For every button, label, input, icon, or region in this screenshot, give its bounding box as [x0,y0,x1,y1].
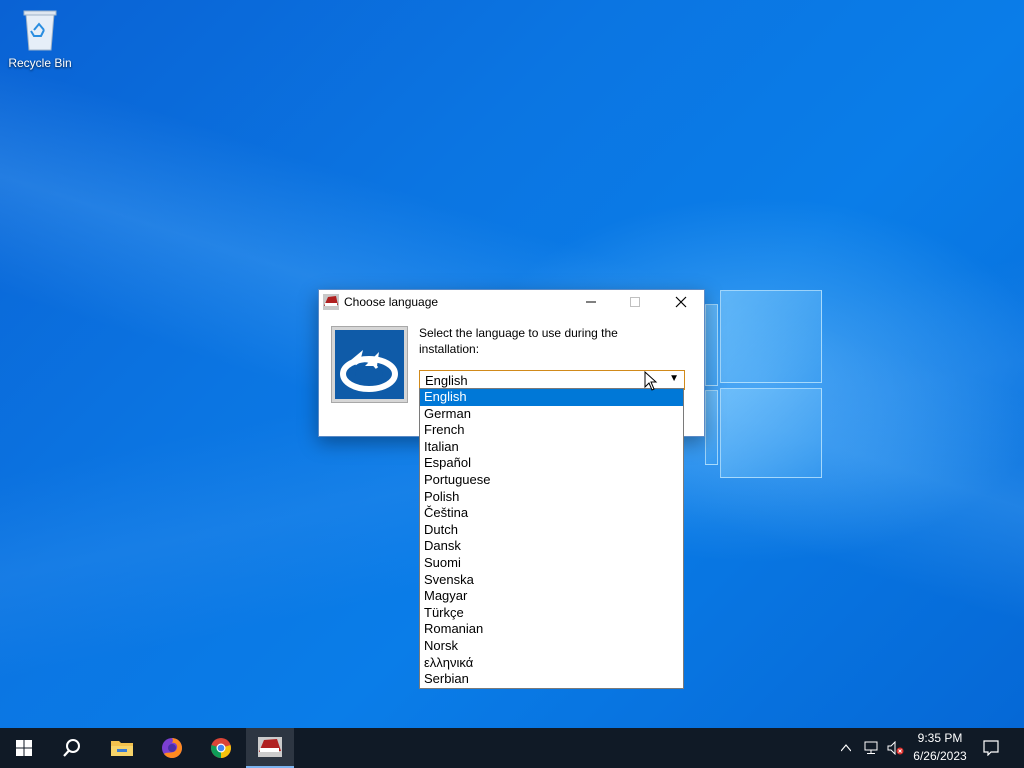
language-option[interactable]: Romanian [420,621,683,638]
show-hidden-icons-button[interactable] [836,728,856,768]
language-option[interactable]: Magyar [420,588,683,605]
chevron-up-icon [841,744,851,752]
volume-muted-icon [887,741,904,755]
maximize-button [613,290,657,314]
close-button[interactable] [659,290,703,314]
language-option[interactable]: Italian [420,439,683,456]
dropdown-arrow-icon[interactable]: ▼ [669,373,679,384]
recycle-bin-icon [20,6,60,52]
language-option[interactable]: Dansk [420,538,683,555]
search-button[interactable] [48,728,96,768]
minimize-button[interactable] [569,290,613,314]
language-dropdown-list: English German French Italian Español Portugu… [419,388,684,689]
language-option[interactable]: Portuguese [420,472,683,489]
installer-taskbar-button[interactable] [246,728,294,768]
setup-logo-image [331,326,408,403]
language-prompt: Select the language to use during the in… [419,326,618,356]
language-option[interactable]: Svenska [420,572,683,589]
recycle-bin-label: Recycle Bin [8,56,72,70]
firefox-button[interactable] [148,728,196,768]
start-button[interactable] [0,728,48,768]
file-explorer-button[interactable] [98,728,146,768]
dialog-title: Choose language [344,295,439,309]
recycle-bin-shortcut[interactable]: Recycle Bin [4,6,76,70]
clock-date[interactable]: 6/26/2023 [905,749,975,763]
chrome-icon [211,738,231,758]
language-option[interactable]: French [420,422,683,439]
language-option[interactable]: Türkçe [420,605,683,622]
minimize-icon [586,301,596,303]
setup-swirl-icon [340,350,398,392]
network-button[interactable] [860,728,884,768]
chrome-button[interactable] [197,728,245,768]
maximize-icon [630,297,640,307]
taskbar: 9:35 PM 6/26/2023 [0,728,1024,768]
windows-logo-pane-tl [705,304,718,386]
firefox-icon [162,738,182,758]
language-option[interactable]: Serbian [420,671,683,688]
windows-logo-pane-br [720,388,822,478]
mouse-cursor-icon [644,370,658,391]
windows-logo-pane-tr [720,290,822,383]
windows-logo-pane-bl [705,390,718,465]
close-icon [675,296,687,308]
search-icon [63,739,80,757]
start-icon [16,740,32,756]
file-explorer-icon [111,741,133,756]
language-option[interactable]: Español [420,455,683,472]
dialog-titlebar[interactable]: Choose language [319,290,704,314]
language-option[interactable]: Norsk [420,638,683,655]
language-option[interactable]: Dutch [420,522,683,539]
language-option[interactable]: German [420,406,683,423]
language-option[interactable]: Polish [420,489,683,506]
language-option[interactable]: Suomi [420,555,683,572]
clock-time[interactable]: 9:35 PM [905,731,975,745]
language-option[interactable]: ελληνικά [420,655,683,672]
network-icon [864,741,878,754]
language-select-value: English [425,373,468,388]
language-option[interactable]: Čeština [420,505,683,522]
installer-app-icon [258,737,282,757]
action-center-button[interactable] [976,728,1006,768]
language-option[interactable]: English [420,389,683,406]
installer-app-icon [323,294,339,310]
notification-icon [983,740,999,756]
